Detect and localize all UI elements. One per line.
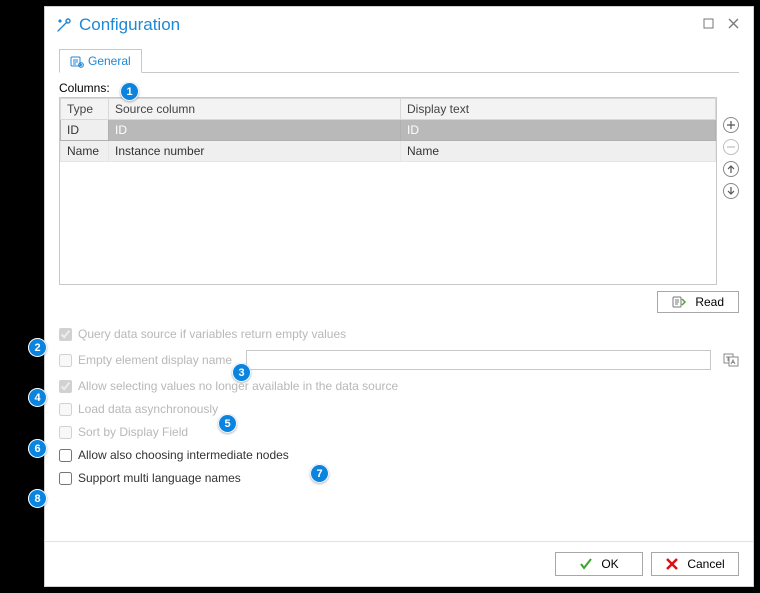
annotation-1: 1	[120, 82, 139, 101]
table-row[interactable]: Name Instance number Name	[61, 141, 716, 162]
annotation-3: 3	[232, 363, 251, 382]
move-up-button[interactable]	[723, 161, 739, 177]
opt-empty-display: Empty element display name	[59, 350, 739, 370]
annotation-8: 8	[28, 489, 47, 508]
read-button[interactable]: Read	[657, 291, 739, 313]
opt-sort-display: Sort by Display Field	[59, 425, 739, 439]
close-icon[interactable]	[724, 16, 743, 34]
opt-load-async: Load data asynchronously	[59, 402, 739, 416]
ok-button[interactable]: OK	[555, 552, 643, 576]
opt-allow-unavailable: Allow selecting values no longer availab…	[59, 379, 739, 393]
tab-general[interactable]: General	[59, 49, 142, 73]
opt-multi-lang[interactable]: Support multi language names	[59, 471, 739, 485]
checkbox-empty-display	[59, 354, 72, 367]
read-button-label: Read	[695, 295, 724, 309]
cancel-button-label: Cancel	[687, 557, 724, 571]
ok-button-label: OK	[601, 557, 618, 571]
columns-grid[interactable]: Type Source column Display text ID ID ID…	[59, 97, 717, 285]
checkbox-allow-unavailable	[59, 380, 72, 393]
translate-icon[interactable]	[723, 351, 739, 370]
annotation-7: 7	[310, 464, 329, 483]
titlebar: Configuration	[45, 7, 753, 43]
dialog-footer: OK Cancel	[45, 541, 753, 586]
annotation-6: 6	[28, 439, 47, 458]
checkbox-query-empty	[59, 328, 72, 341]
grid-side-buttons	[723, 97, 739, 285]
opt-query-empty: Query data source if variables return em…	[59, 327, 739, 341]
col-header-display[interactable]: Display text	[401, 99, 716, 120]
annotation-4: 4	[28, 388, 47, 407]
tab-bar: General	[59, 49, 739, 73]
configuration-dialog: Configuration General Columns:	[44, 6, 754, 587]
config-tools-icon	[55, 16, 73, 34]
checkbox-allow-intermediate[interactable]	[59, 449, 72, 462]
opt-allow-intermediate[interactable]: Allow also choosing intermediate nodes	[59, 448, 739, 462]
checkbox-load-async	[59, 403, 72, 416]
add-row-button[interactable]	[723, 117, 739, 133]
dialog-title: Configuration	[79, 15, 693, 35]
table-row[interactable]: ID ID ID	[61, 120, 716, 141]
move-down-button[interactable]	[723, 183, 739, 199]
tab-general-label: General	[88, 54, 131, 68]
remove-row-button[interactable]	[723, 139, 739, 155]
annotation-5: 5	[218, 414, 237, 433]
columns-label: Columns:	[59, 81, 110, 95]
empty-display-input	[246, 350, 711, 370]
cancel-button[interactable]: Cancel	[651, 552, 739, 576]
col-header-source[interactable]: Source column	[109, 99, 401, 120]
maximize-icon[interactable]	[699, 16, 718, 34]
checkbox-multi-lang[interactable]	[59, 472, 72, 485]
checkbox-sort-display	[59, 426, 72, 439]
col-header-type[interactable]: Type	[61, 99, 109, 120]
annotation-2: 2	[28, 338, 47, 357]
